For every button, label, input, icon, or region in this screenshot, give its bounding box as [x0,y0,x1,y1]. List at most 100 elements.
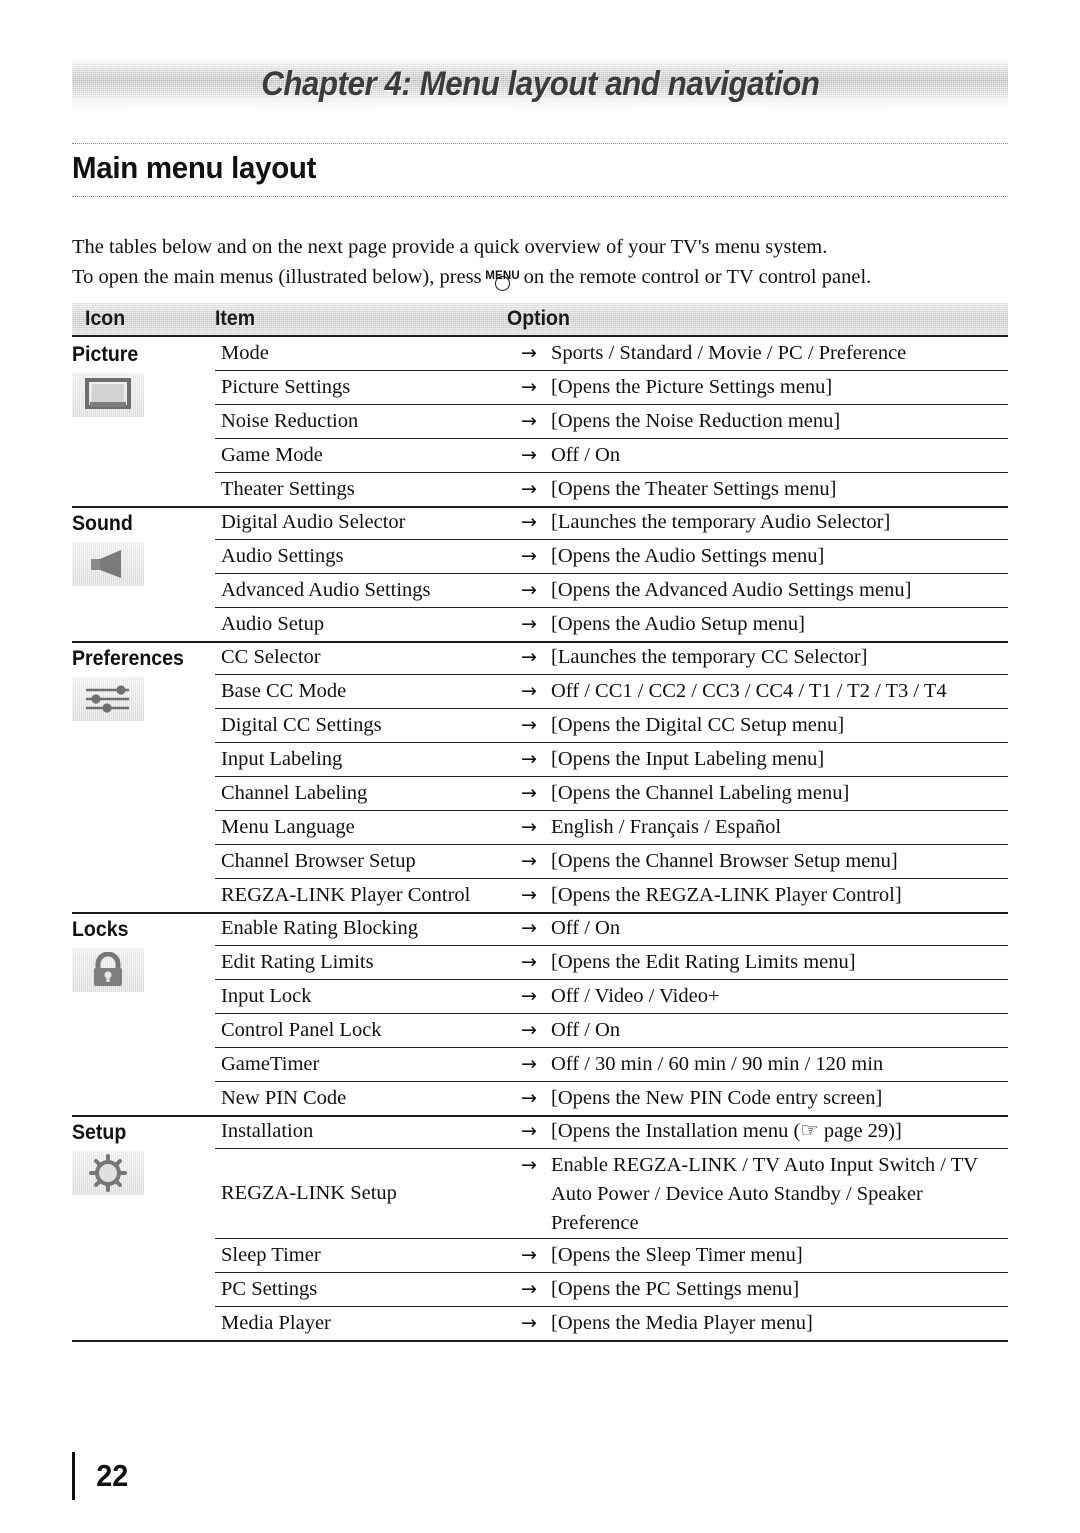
arrow-icon: → [521,850,537,872]
arrow-icon: → [521,646,537,668]
menu-item-name: Installation [221,1120,314,1142]
speaker-icon [72,542,144,586]
menu-item-name: Mode [221,342,269,364]
intro-line-2-before: To open the main menus (illustrated belo… [72,266,482,288]
section-icon-cell: Locks [72,912,215,1115]
section-icon-cell: Picture [72,337,215,506]
arrow-icon: → [521,410,537,432]
arrow-icon: → [521,1278,537,1300]
sliders-icon [72,677,144,721]
menu-item-name: Noise Reduction [221,410,359,432]
table-row: Installation → [Opens the Installation men… [215,1115,1008,1149]
section-label: Sound [72,512,133,535]
arrow-icon: → [521,951,537,973]
table-row: Channel Browser Setup → [Opens the Channel… [215,845,1008,879]
table-row: Sleep Timer → [Opens the Sleep Timer menu] [215,1239,1008,1273]
menu-item-option: Sports / Standard / Movie / PC / Prefere… [551,342,907,364]
table-row: Media Player → [Opens the Media Player men… [215,1307,1008,1340]
menu-item-option: Enable REGZA-LINK / TV Auto Input Switch… [551,1154,978,1234]
arrow-icon: → [521,444,537,466]
arrow-icon: → [521,1312,537,1334]
table-row: Enable Rating Blocking → Off / On [215,912,1008,946]
section-icon-cell: Sound [72,506,215,641]
menu-item-name: REGZA-LINK Player Control [221,884,471,906]
menu-item-name: Enable Rating Blocking [221,917,418,939]
menu-section: Setup Installation → [Opens the Installatio… [72,1115,1008,1340]
section-icon-cell: Setup [72,1115,215,1340]
section-rows: Mode → Sports / Standard / Movie / PC / Pr… [215,337,1008,506]
section-rows: Installation → [Opens the Installation men… [215,1115,1008,1340]
menu-item-option: [Opens the REGZA-LINK Player Control] [551,884,902,906]
section-rows: CC Selector → [Launches the temporary CC S… [215,641,1008,912]
table-header-row: Icon Item Option [72,303,1008,337]
chapter-banner: Chapter 4: Menu layout and navigation [72,58,1008,110]
menu-item-name: Digital Audio Selector [221,511,406,533]
intro-line-2: To open the main menus (illustrated belo… [72,262,1012,292]
menu-item-name: Audio Settings [221,545,344,567]
menu-section: Locks Enable Rating Blocking → Off / On Edit… [72,912,1008,1115]
table-row: Control Panel Lock → Off / On [215,1014,1008,1048]
menu-item-option: [Opens the Audio Setup menu] [551,613,805,635]
arrow-icon: → [521,1087,537,1109]
menu-item-option: [Opens the Media Player menu] [551,1312,813,1334]
menu-item-option: [Opens the Theater Settings menu] [551,478,837,500]
table-bottom-border [72,1340,1008,1342]
menu-item-name: Menu Language [221,816,355,838]
section-divider [72,641,1008,643]
footer-rule [72,1452,75,1500]
menu-item-option: [Opens the Digital CC Setup menu] [551,714,845,736]
section-rows: Digital Audio Selector → [Launches the tem… [215,506,1008,641]
menu-item-name: GameTimer [221,1053,320,1075]
menu-item-option: Off / 30 min / 60 min / 90 min / 120 min [551,1053,884,1075]
menu-item-name: Channel Labeling [221,782,368,804]
page-title: Main menu layout [72,150,317,185]
column-header-icon: Icon [85,307,126,330]
main-menu-table: Icon Item Option Picture Mode → Sports / St… [72,303,1008,1342]
menu-item-option: [Opens the Sleep Timer menu] [551,1244,803,1266]
menu-button-icon: MENU [483,267,523,291]
arrow-icon: → [521,478,537,500]
menu-item-name: Input Labeling [221,748,343,770]
table-row: Channel Labeling → [Opens the Channel Labe… [215,777,1008,811]
arrow-icon: → [521,1019,537,1041]
menu-item-name: Media Player [221,1312,331,1334]
menu-item-option: [Opens the Installation menu (☞ page 29)… [551,1120,902,1142]
section-label: Locks [72,918,129,941]
section-label: Preferences [72,647,184,670]
menu-item-option: [Opens the Channel Labeling menu] [551,782,850,804]
table-row: Advanced Audio Settings → [Opens the Advan… [215,574,1008,608]
table-row: Audio Settings → [Opens the Audio Settings… [215,540,1008,574]
table-row: CC Selector → [Launches the temporary CC S… [215,641,1008,675]
table-row: Audio Setup → [Opens the Audio Setup menu] [215,608,1008,641]
menu-section: Preferences CC Selector → [Launches the tem… [72,641,1008,912]
menu-item-name: Game Mode [221,444,323,466]
table-row: GameTimer → Off / 30 min / 60 min / 90 min… [215,1048,1008,1082]
table-row: Noise Reduction → [Opens the Noise Reducti… [215,405,1008,439]
column-header-item: Item [215,307,256,330]
table-row: Theater Settings → [Opens the Theater Sett… [215,473,1008,506]
arrow-icon: → [521,1244,537,1266]
arrow-icon: → [521,884,537,906]
arrow-icon: → [521,816,537,838]
menu-item-option: [Launches the temporary Audio Selector] [551,511,891,533]
table-row: Game Mode → Off / On [215,439,1008,473]
menu-item-option: [Opens the Picture Settings menu] [551,376,833,398]
arrow-icon: → [521,545,537,567]
section-divider [72,506,1008,508]
padlock-icon [72,948,144,992]
column-header-option: Option [507,307,570,330]
menu-item-option: Off / On [551,917,621,939]
arrow-icon: → [521,376,537,398]
chapter-banner-title: Chapter 4: Menu layout and navigation [260,64,820,103]
arrow-icon: → [521,1154,537,1176]
menu-item-name: Input Lock [221,985,312,1007]
arrow-icon: → [521,579,537,601]
arrow-icon: → [521,342,537,364]
arrow-icon: → [521,511,537,533]
tv-screen-icon [72,373,144,417]
section-label: Setup [72,1121,127,1144]
menu-item-option: [Opens the Input Labeling menu] [551,748,825,770]
intro-paragraph: The tables below and on the next page pr… [72,232,1012,292]
arrow-icon: → [521,748,537,770]
arrow-icon: → [521,1120,537,1142]
